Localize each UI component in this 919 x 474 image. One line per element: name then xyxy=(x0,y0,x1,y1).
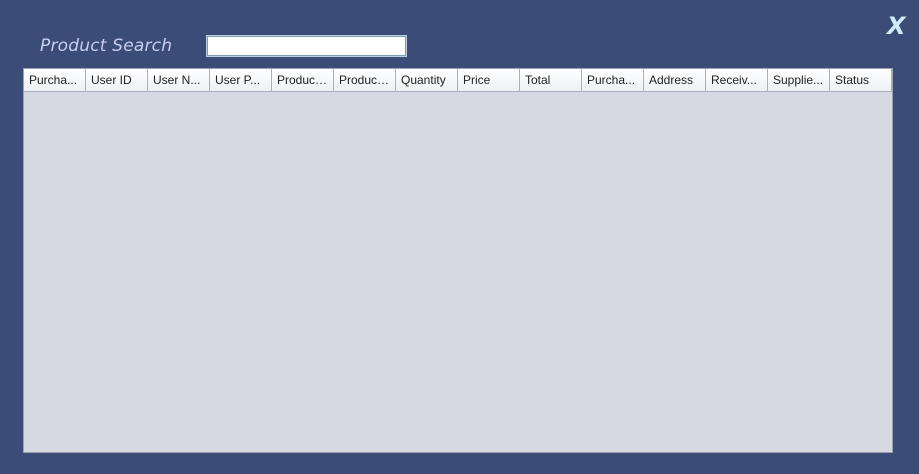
product-search-label: Product Search xyxy=(40,36,173,56)
column-header-user-name[interactable]: User N... xyxy=(148,69,210,91)
table-body[interactable] xyxy=(24,92,892,452)
column-header-status[interactable]: Status xyxy=(830,69,892,91)
close-icon[interactable]: X xyxy=(887,14,906,38)
product-search-input[interactable] xyxy=(207,36,406,56)
column-header-purchase-id[interactable]: Purcha... xyxy=(24,69,86,91)
column-header-address[interactable]: Address xyxy=(644,69,706,91)
column-header-price[interactable]: Price xyxy=(458,69,520,91)
column-header-product-name[interactable]: Product... xyxy=(334,69,396,91)
table-header: Purcha... User ID User N... User P... Pr… xyxy=(24,69,892,92)
column-header-supplier[interactable]: Supplie... xyxy=(768,69,830,91)
column-header-total[interactable]: Total xyxy=(520,69,582,91)
column-header-product-id[interactable]: Product... xyxy=(272,69,334,91)
column-header-user-id[interactable]: User ID xyxy=(86,69,148,91)
column-header-user-phone[interactable]: User P... xyxy=(210,69,272,91)
purchases-table: Purcha... User ID User N... User P... Pr… xyxy=(23,68,893,453)
column-header-receiver[interactable]: Receiv... xyxy=(706,69,768,91)
column-header-quantity[interactable]: Quantity xyxy=(396,69,458,91)
column-header-purchase-date[interactable]: Purcha... xyxy=(582,69,644,91)
